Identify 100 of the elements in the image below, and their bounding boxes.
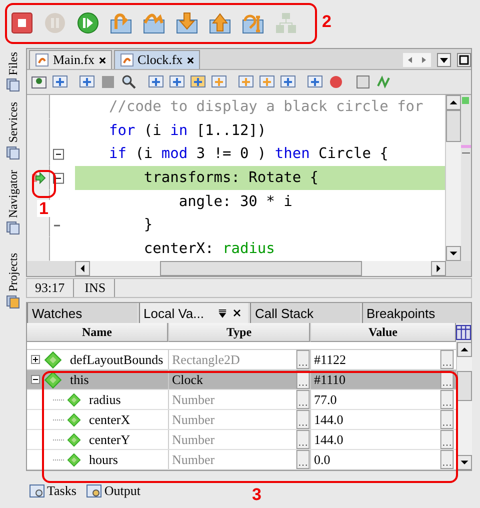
more-icon[interactable] (296, 350, 310, 369)
folders-icon (6, 294, 20, 309)
panel-tab[interactable]: Watches (27, 303, 136, 323)
close-icon[interactable] (232, 309, 241, 317)
more-icon[interactable] (440, 370, 454, 389)
find-icon[interactable] (121, 74, 137, 90)
variable-name: this (70, 372, 89, 388)
tree-line (53, 458, 65, 460)
diamond-icon (67, 392, 81, 406)
window-coins-icon[interactable] (86, 484, 102, 498)
dropdown-icon[interactable] (437, 53, 451, 67)
scroll-left-icon[interactable] (75, 261, 90, 276)
code-line: centerX: radius (142, 240, 276, 259)
diamond-icon (67, 452, 81, 466)
square-icon[interactable] (355, 74, 371, 90)
insert-mode: INS (76, 279, 115, 297)
callout-number: 3 (251, 486, 262, 503)
tree-line (53, 418, 65, 420)
variable-value: 144.0 (313, 432, 344, 448)
panel-tab[interactable]: Local Va... (138, 303, 248, 323)
wave-icon[interactable] (376, 74, 392, 90)
variable-name: centerY (89, 432, 130, 448)
variable-type: Number (171, 432, 216, 448)
tile-icon[interactable] (100, 74, 116, 90)
callout-number: 1 (37, 200, 50, 217)
callout-number: 2 (321, 13, 332, 30)
diamond-icon (67, 432, 81, 446)
close-icon[interactable] (98, 56, 106, 64)
file-tab[interactable]: Clock.fx (114, 50, 200, 69)
column-header[interactable]: Value (310, 323, 456, 342)
compass-icon (6, 220, 20, 235)
collapse-icon[interactable] (31, 375, 40, 384)
maximize-icon[interactable] (457, 53, 471, 67)
side-tab[interactable]: Files (6, 52, 20, 76)
variable-name: defLayoutBounds (70, 352, 164, 368)
more-icon[interactable] (296, 430, 310, 449)
scrollbar-thumb[interactable] (160, 261, 362, 276)
variable-value: 144.0 (313, 412, 344, 428)
annotation-frame (32, 170, 56, 198)
variable-name: hours (89, 452, 118, 468)
scroll-down-icon[interactable] (457, 455, 472, 470)
expand-icon[interactable] (31, 355, 40, 364)
close-icon[interactable] (186, 56, 194, 64)
side-tab[interactable]: Services (6, 102, 20, 143)
file-icon (35, 53, 49, 67)
variable-value: #1110 (313, 372, 347, 388)
scroll-down-icon[interactable] (446, 246, 461, 261)
more-icon[interactable] (440, 390, 454, 409)
code-line: angle: 30 * i (178, 192, 294, 212)
panel-tab[interactable]: Breakpoints (362, 303, 471, 323)
more-icon[interactable] (440, 430, 454, 449)
file-icon (120, 53, 134, 67)
tree-line (53, 438, 65, 440)
columns-icon[interactable] (456, 323, 471, 342)
more-icon[interactable] (296, 390, 310, 409)
documents-icon (6, 78, 20, 92)
step-over-icon[interactable] (109, 11, 133, 35)
variable-value: #1122 (313, 352, 348, 368)
scrollbar-thumb[interactable] (446, 110, 461, 142)
diamond-icon (67, 412, 81, 426)
more-icon[interactable] (296, 410, 310, 429)
more-icon[interactable] (440, 410, 454, 429)
variable-type: Number (171, 412, 216, 428)
continue-icon[interactable] (76, 11, 100, 35)
step-out-icon[interactable] (208, 11, 232, 35)
panel-tab[interactable]: Call Stack (250, 303, 360, 323)
variable-type: Number (171, 392, 216, 408)
cursor-position: 93:17 (27, 279, 74, 297)
side-tab[interactable]: Navigator (6, 170, 20, 218)
tab-scroll-icon[interactable] (403, 53, 431, 67)
variable-type: Number (171, 452, 216, 468)
diamond-icon (44, 350, 62, 368)
side-tab[interactable]: Projects (6, 252, 20, 292)
code-line: if (i mod 3 != 0 ) then Circle { (108, 145, 390, 164)
eye-icon[interactable] (31, 74, 47, 90)
scroll-up-icon[interactable] (457, 342, 472, 357)
more-icon[interactable] (296, 450, 310, 469)
dot-icon[interactable] (328, 74, 344, 90)
file-tab[interactable]: Main.fx (29, 50, 112, 69)
variable-name: centerX (89, 412, 130, 428)
code-line: //code to display a black circle for (108, 98, 424, 117)
more-icon[interactable] (296, 370, 310, 389)
scrollbar-thumb[interactable] (457, 371, 472, 401)
bottom-tab[interactable]: Tasks (47, 483, 76, 499)
variable-type: Rectangle2D (171, 352, 241, 368)
column-header[interactable]: Name (27, 323, 168, 342)
step-into-icon[interactable] (175, 11, 199, 35)
variable-type: Clock (171, 372, 204, 388)
stop-icon[interactable] (10, 11, 34, 35)
computer-icon (6, 146, 20, 160)
bottom-tab[interactable]: Output (104, 483, 141, 499)
window-magnifier-icon[interactable] (29, 484, 45, 498)
code-line: } (142, 216, 154, 236)
step-over-expr-icon[interactable] (142, 11, 166, 35)
diamond-icon (44, 370, 62, 388)
scroll-up-icon[interactable] (446, 95, 461, 110)
variable-value: 77.0 (313, 392, 338, 408)
column-header[interactable]: Type (168, 323, 310, 342)
menu-icon[interactable] (218, 308, 227, 318)
scroll-right-icon[interactable] (431, 261, 446, 276)
